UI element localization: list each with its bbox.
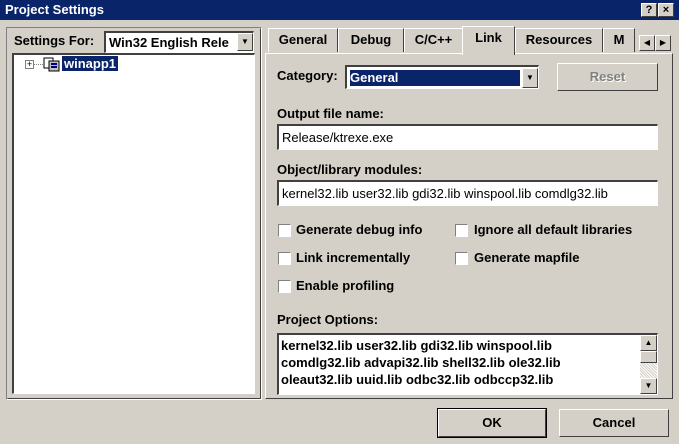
modules-label: Object/library modules: <box>277 162 423 177</box>
category-dropdown-button[interactable]: ▼ <box>522 68 538 88</box>
category-value: General <box>349 69 521 87</box>
ignore-default-libraries-label: Ignore all default libraries <box>474 222 633 237</box>
tab-scroll-left-button[interactable]: ◀ <box>639 35 655 51</box>
project-options-line: comdlg32.lib advapi32.lib shell32.lib ol… <box>281 355 561 370</box>
project-options-line: oleaut32.lib uuid.lib odbc32.lib odbccp3… <box>281 372 554 387</box>
category-label: Category: <box>277 68 338 83</box>
project-options-label: Project Options: <box>277 312 379 327</box>
output-file-value: Release/ktrexe.exe <box>282 130 394 145</box>
cancel-button[interactable]: Cancel <box>559 409 669 437</box>
generate-mapfile-checkbox[interactable] <box>455 252 468 265</box>
tab-more[interactable]: M <box>603 28 635 52</box>
settings-for-combo[interactable]: Win32 English Rele ▼ <box>104 31 254 53</box>
close-button[interactable]: × <box>658 3 674 17</box>
generate-mapfile-label: Generate mapfile <box>474 250 580 265</box>
tab-general[interactable]: General <box>268 28 338 52</box>
link-incrementally-label: Link incrementally <box>296 250 411 265</box>
enable-profiling-checkbox[interactable] <box>278 280 291 293</box>
window-title: Project Settings <box>5 2 104 17</box>
scroll-thumb[interactable] <box>640 351 657 363</box>
help-button[interactable]: ? <box>641 3 657 17</box>
project-options-textarea[interactable]: kernel32.lib user32.lib gdi32.lib winspo… <box>277 333 658 395</box>
modules-value: kernel32.lib user32.lib gdi32.lib winspo… <box>282 186 608 201</box>
tab-cc[interactable]: C/C++ <box>404 28 463 52</box>
project-options-line: kernel32.lib user32.lib gdi32.lib winspo… <box>281 338 552 353</box>
chevron-down-icon: ▼ <box>644 381 653 390</box>
output-file-label: Output file name: <box>277 106 384 121</box>
ignore-default-libraries-checkbox[interactable] <box>455 224 468 237</box>
output-file-field[interactable]: Release/ktrexe.exe <box>277 124 658 150</box>
link-incrementally-checkbox[interactable] <box>278 252 291 265</box>
scroll-up-button[interactable]: ▲ <box>640 335 657 351</box>
settings-for-label: Settings For: <box>14 33 95 48</box>
title-bar[interactable]: Project Settings ? × <box>0 0 679 20</box>
chevron-down-icon: ▼ <box>241 37 249 46</box>
settings-for-dropdown-button[interactable]: ▼ <box>237 33 253 51</box>
tab-resources[interactable]: Resources <box>515 28 603 52</box>
tab-scroll-right-button[interactable]: ▶ <box>655 35 671 51</box>
chevron-right-icon: ▶ <box>659 38 667 47</box>
scroll-down-button[interactable]: ▼ <box>640 378 657 394</box>
project-icon <box>43 57 60 72</box>
category-combo[interactable]: General ▼ <box>345 65 539 89</box>
chevron-up-icon: ▲ <box>644 338 653 347</box>
debug-info-label: Generate debug info <box>296 222 423 237</box>
debug-info-checkbox[interactable] <box>278 224 291 237</box>
settings-for-value: Win32 English Rele <box>109 35 229 50</box>
modules-field[interactable]: kernel32.lib user32.lib gdi32.lib winspo… <box>277 180 658 206</box>
chevron-down-icon: ▼ <box>526 73 534 82</box>
chevron-left-icon: ◀ <box>643 38 651 47</box>
project-tree[interactable]: + winapp1 <box>12 53 255 394</box>
enable-profiling-label: Enable profiling <box>296 278 395 293</box>
reset-button[interactable]: Reset <box>557 63 658 91</box>
ok-button[interactable]: OK <box>437 408 547 438</box>
tree-item-winapp1[interactable]: winapp1 <box>62 56 119 71</box>
tab-debug[interactable]: Debug <box>338 28 404 52</box>
tab-link[interactable]: Link <box>462 26 515 55</box>
project-options-scrollbar[interactable]: ▲ ▼ <box>640 335 657 394</box>
tree-expander-icon[interactable]: + <box>25 60 34 69</box>
